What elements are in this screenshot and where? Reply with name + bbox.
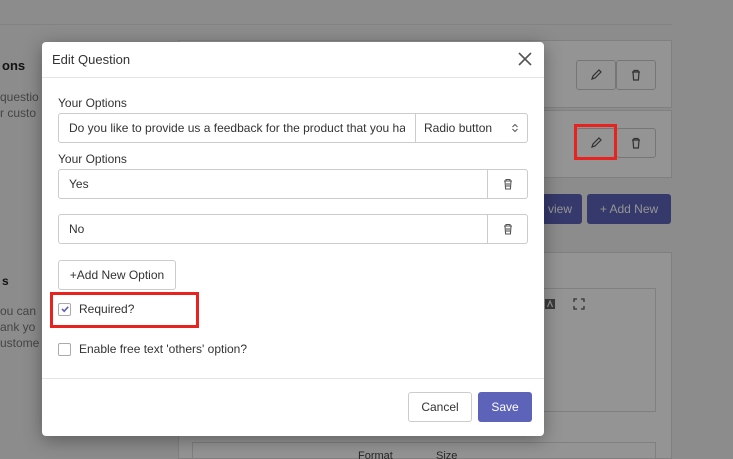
modal-header: Edit Question	[42, 42, 544, 78]
save-button[interactable]: Save	[478, 392, 532, 422]
modal-title: Edit Question	[52, 52, 131, 67]
question-section-label: Your Options	[58, 96, 127, 110]
option-row	[58, 169, 528, 199]
option-input[interactable]	[59, 170, 479, 198]
add-new-option-button[interactable]: +Add New Option	[58, 260, 176, 290]
delete-option-button[interactable]	[487, 215, 527, 243]
highlight-box-edit	[574, 124, 617, 160]
options-section-label: Your Options	[58, 152, 127, 166]
option-row	[58, 214, 528, 244]
trash-icon	[503, 223, 512, 235]
select-arrows-icon	[512, 123, 518, 133]
option-input[interactable]	[59, 215, 479, 243]
delete-option-button[interactable]	[487, 170, 527, 198]
cancel-button[interactable]: Cancel	[408, 392, 472, 422]
question-type-select[interactable]: Radio button	[415, 114, 527, 142]
others-checkbox-row[interactable]: Enable free text 'others' option?	[58, 342, 247, 356]
question-type-value: Radio button	[424, 121, 493, 135]
edit-question-modal: Edit Question Your Options Radio button …	[42, 42, 544, 436]
question-row: Radio button	[58, 113, 528, 143]
others-checkbox[interactable]	[58, 342, 71, 356]
highlight-box-required	[50, 292, 199, 328]
close-icon[interactable]	[514, 48, 536, 70]
question-input[interactable]	[59, 114, 415, 142]
modal-footer-divider	[42, 378, 544, 379]
trash-icon	[503, 178, 512, 190]
others-label: Enable free text 'others' option?	[79, 342, 248, 356]
